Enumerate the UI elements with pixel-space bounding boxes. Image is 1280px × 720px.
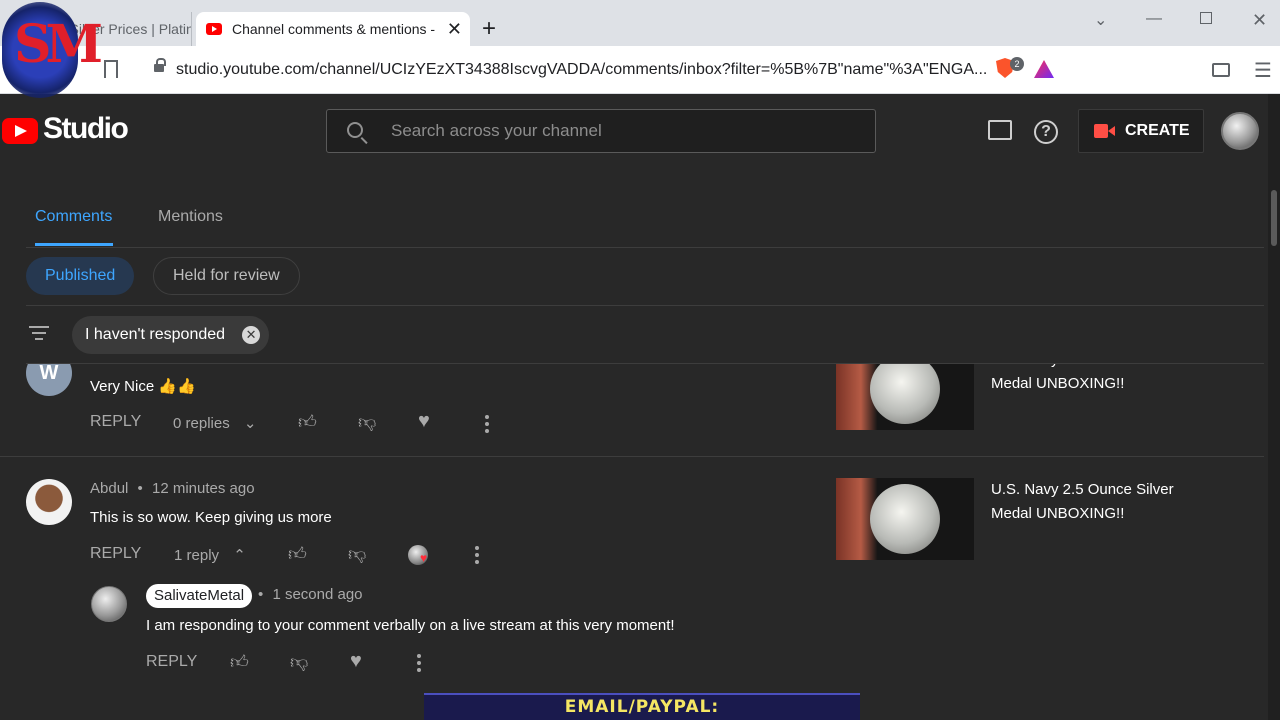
reply-meta: • 1 second ago [258, 586, 363, 603]
feedback-icon[interactable] [988, 120, 1012, 140]
browser-toolbar: ↻ studio.youtube.com/channel/UCIzYEzXT34… [0, 46, 1280, 94]
tab-mentions[interactable]: Mentions [158, 208, 223, 226]
tab-comments[interactable]: Comments [35, 208, 112, 226]
youtube-favicon-icon [206, 23, 222, 35]
bookmark-icon[interactable] [104, 60, 118, 78]
video-thumbnail[interactable] [836, 478, 974, 560]
replies-count: 0 replies [173, 415, 230, 432]
divider [0, 456, 1264, 457]
coin-image [870, 484, 940, 554]
video-title[interactable]: U.S. Navy 2.5 Ounce Silver Medal UNBOXIN… [991, 478, 1191, 526]
clear-filter-icon[interactable]: ✕ [242, 326, 261, 344]
reply-button[interactable]: REPLY [90, 545, 141, 563]
tab-title: Channel comments & mentions - [232, 21, 436, 37]
reply-time[interactable]: 1 second ago [272, 586, 362, 603]
chevron-down-icon: ⌄ [243, 415, 257, 432]
comments-tabs: Comments Mentions [0, 170, 1264, 248]
contact-banner: EMAIL/PAYPAL: SALIVATEMETAL@GMAIL.COM [424, 693, 860, 720]
divider [26, 247, 1264, 248]
channel-watermark-logo: SM [2, 2, 103, 98]
commenter-avatar[interactable] [26, 479, 72, 525]
dislike-icon[interactable]: 👎︎ [348, 543, 366, 565]
filter-chip-not-responded[interactable]: I haven't responded ✕ [72, 316, 270, 354]
browser-tab-channel-comments[interactable]: Channel comments & mentions - ✕ [196, 12, 470, 46]
replies-toggle[interactable]: 0 replies ⌄ [173, 414, 256, 432]
close-tab-icon[interactable]: ✕ [447, 12, 462, 46]
comment-text: This is so wow. Keep giving us more [90, 509, 332, 526]
commenter-avatar[interactable]: W [26, 364, 72, 396]
browser-tab-strip: | Silver Prices | Platinum Channel comme… [0, 0, 1280, 46]
reply-text: I am responding to your comment verbally… [146, 617, 675, 634]
dislike-icon[interactable]: 👎︎ [358, 411, 376, 433]
replies-count: 1 reply [174, 547, 220, 564]
heart-icon[interactable]: ♥ [418, 410, 430, 433]
more-options-icon[interactable] [417, 654, 421, 675]
create-label: CREATE [1125, 122, 1190, 139]
search-input[interactable] [391, 110, 861, 152]
held-for-review-chip[interactable]: Held for review [153, 257, 300, 295]
filter-icon[interactable] [29, 326, 49, 344]
search-box [326, 109, 876, 153]
new-tab-button[interactable]: + [482, 16, 496, 42]
active-tab-indicator [35, 243, 113, 246]
wallet-icon[interactable] [1212, 63, 1230, 77]
like-icon[interactable]: 👍︎ [298, 411, 317, 433]
account-avatar[interactable] [1221, 112, 1259, 150]
lock-icon [154, 58, 166, 72]
close-window-button[interactable]: ✕ [1252, 10, 1267, 31]
creator-heart-icon[interactable] [408, 545, 428, 565]
video-title-text: U.S. Navy 2.5 Ounce Silver Medal UNBOXIN… [991, 481, 1174, 522]
comment-text: Very Nice 👍👍 [90, 378, 196, 395]
tab-search-icon[interactable]: ⌄ [1094, 10, 1107, 30]
comment-time[interactable]: 12 minutes ago [152, 480, 255, 497]
scrollbar-thumb[interactable] [1271, 190, 1277, 246]
reply-button[interactable]: REPLY [90, 413, 141, 431]
channel-owner-badge[interactable]: SalivateMetal [146, 584, 253, 608]
menu-icon[interactable]: ☰ [1254, 58, 1272, 83]
coin-image [870, 364, 940, 424]
like-icon[interactable]: 👍︎ [230, 651, 249, 673]
help-icon[interactable]: ? [1034, 120, 1058, 144]
video-title-text: U.S. Navy 2.5 Ounce Silver Medal UNBOXIN… [991, 364, 1174, 392]
divider [26, 305, 1264, 306]
app-frame: | Silver Prices | Platinum Channel comme… [0, 0, 1280, 720]
replies-toggle[interactable]: 1 reply ⌃ [174, 546, 246, 564]
video-camera-icon [1094, 124, 1115, 138]
reply-author-avatar[interactable] [91, 586, 127, 622]
comment-meta: Abdul • 12 minutes ago [90, 480, 255, 497]
like-icon[interactable]: 👍︎ [288, 543, 307, 565]
studio-logo-text[interactable]: Studio [43, 112, 129, 146]
search-icon [347, 122, 363, 138]
create-button[interactable]: CREATE [1078, 109, 1204, 153]
filter-chip-label: I haven't responded [85, 326, 226, 343]
heart-icon[interactable]: ♥ [350, 650, 362, 673]
minimize-window-button[interactable]: — [1146, 10, 1162, 28]
author-name[interactable]: Abdul [90, 480, 128, 497]
dislike-icon[interactable]: 👎︎ [290, 651, 308, 673]
studio-header: Studio ? CREATE [0, 94, 1280, 170]
video-thumbnail[interactable] [836, 364, 974, 430]
address-bar[interactable]: studio.youtube.com/channel/UCIzYEzXT3438… [140, 54, 1064, 86]
maximize-window-button[interactable] [1200, 12, 1212, 24]
reply-button[interactable]: REPLY [146, 653, 197, 671]
chevron-up-icon: ⌃ [233, 547, 246, 564]
more-options-icon[interactable] [485, 415, 489, 436]
more-options-icon[interactable] [475, 546, 479, 567]
logo-letters: SM [14, 14, 103, 75]
brave-shield-badge: 2 [1010, 57, 1024, 71]
video-title[interactable]: U.S. Navy 2.5 Ounce Silver Medal UNBOXIN… [991, 364, 1191, 396]
youtube-logo-icon[interactable] [2, 118, 38, 144]
published-chip[interactable]: Published [26, 257, 135, 295]
page-scrollbar[interactable] [1268, 94, 1280, 720]
comment-list: W Very Nice 👍👍 REPLY 0 replies ⌄ 👍︎ 👎︎ ♥… [0, 364, 1264, 720]
url-text: studio.youtube.com/channel/UCIzYEzXT3438… [176, 61, 988, 78]
